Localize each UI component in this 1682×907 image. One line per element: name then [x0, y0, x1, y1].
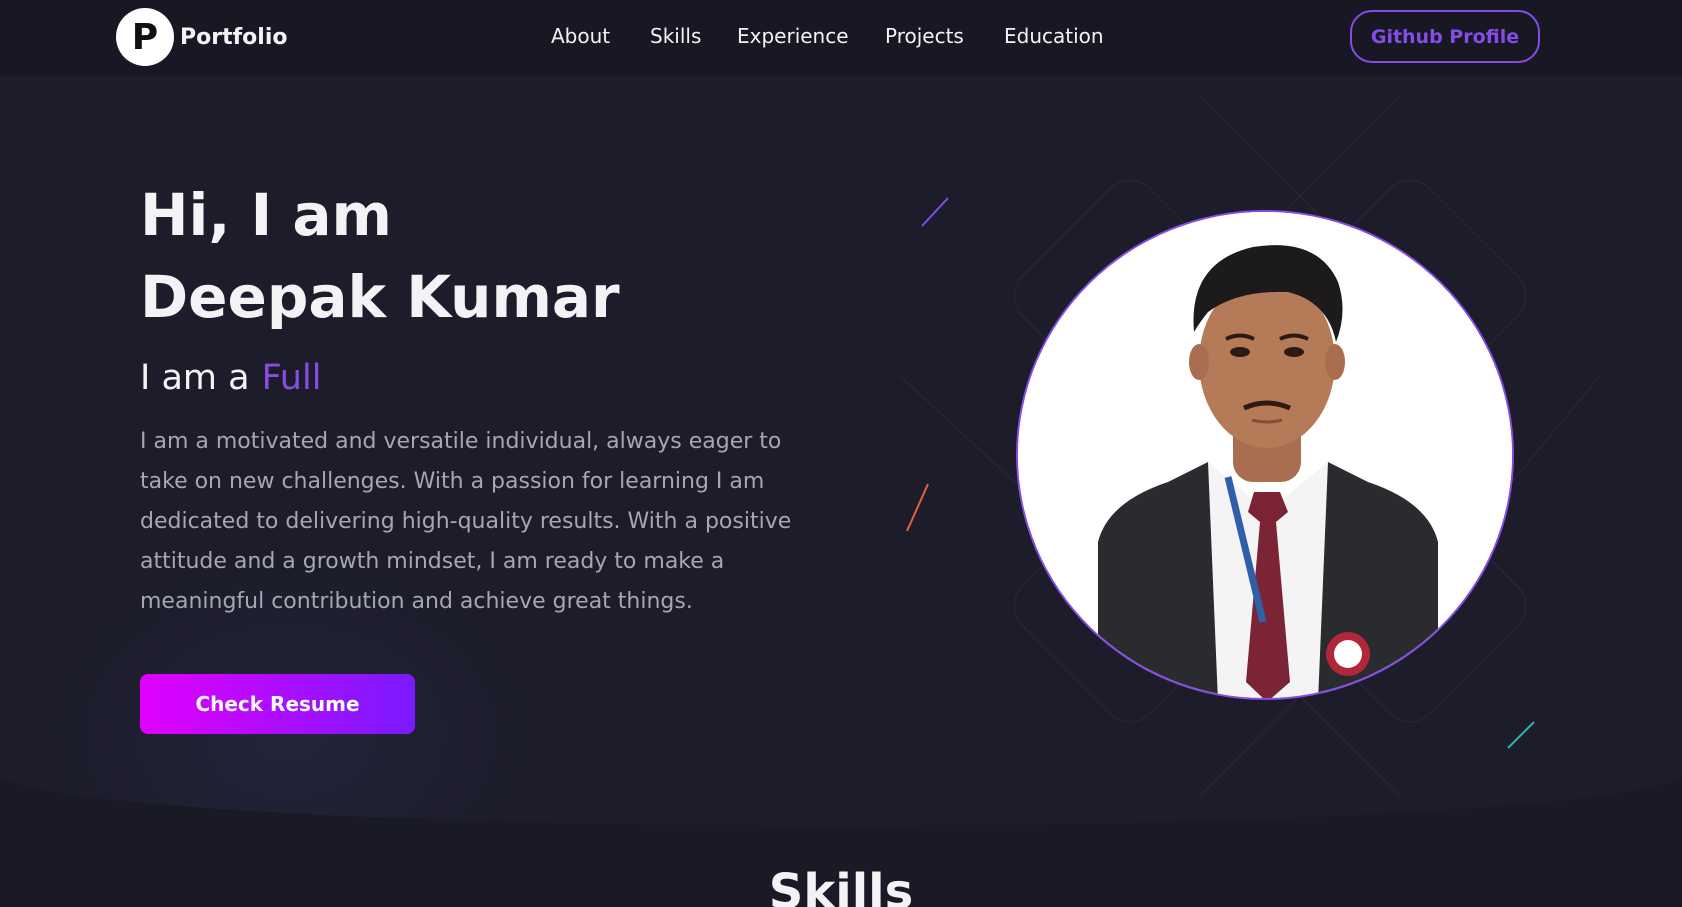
- nav-link-skills[interactable]: Skills: [650, 24, 701, 48]
- hero-greeting: Hi, I am: [140, 181, 392, 249]
- logo-link[interactable]: P Portfolio: [116, 8, 288, 66]
- logo-icon: P: [116, 8, 174, 66]
- profile-photo: [1016, 210, 1514, 700]
- decor-streak-purple: [921, 197, 949, 227]
- hero-bio: I am a motivated and versatile individua…: [140, 429, 792, 614]
- skills-section-title: Skills: [768, 864, 914, 907]
- logo-text: Portfolio: [180, 24, 288, 50]
- nav-link-education[interactable]: Education: [1004, 24, 1104, 48]
- profile-illustration: [1018, 212, 1512, 698]
- hero-section: Hi, I am Deepak Kumar I am a Full I am a …: [0, 76, 1682, 826]
- nav-link-experience[interactable]: Experience: [737, 24, 849, 48]
- decor-streak-orange: [906, 483, 929, 532]
- check-resume-button[interactable]: Check Resume: [140, 674, 415, 734]
- github-profile-button[interactable]: Github Profile: [1350, 10, 1540, 63]
- role-prefix: I am a: [140, 358, 250, 398]
- hero-title: Hi, I am Deepak Kumar: [140, 174, 620, 338]
- hero-name: Deepak Kumar: [140, 263, 620, 331]
- hero-role: I am a Full: [140, 356, 321, 400]
- decor-streak-teal: [1507, 721, 1535, 749]
- nav-link-about[interactable]: About: [551, 24, 610, 48]
- nav-link-projects[interactable]: Projects: [885, 24, 964, 48]
- role-typewriter: Full: [261, 358, 322, 398]
- navbar: P Portfolio About Skills Experience Proj…: [0, 0, 1682, 76]
